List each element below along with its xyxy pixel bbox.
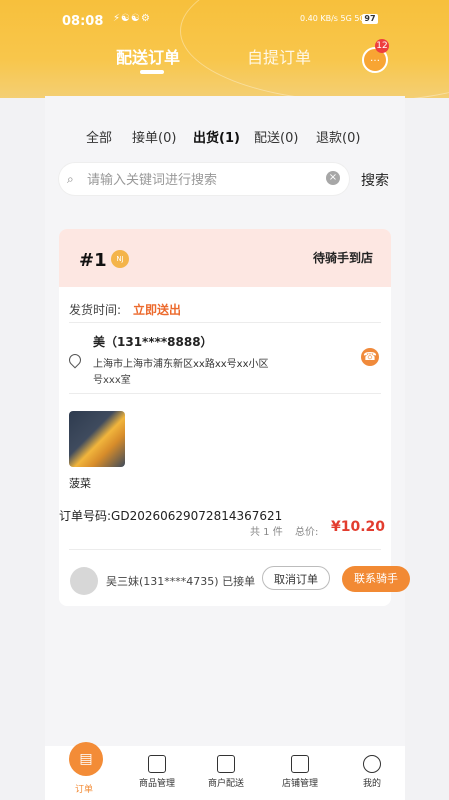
- ship-time-value: 立即送出: [133, 303, 182, 317]
- total-price: ¥10.20: [331, 519, 386, 535]
- tab-delivery-orders[interactable]: 配送订单: [116, 44, 180, 68]
- clear-icon[interactable]: ×: [326, 171, 340, 185]
- filter-active-indicator: [0, 127, 449, 147]
- product-name: 菠菜: [69, 477, 91, 490]
- item-count: 共 1 件: [250, 527, 283, 538]
- nav-products[interactable]: 商品管理: [127, 755, 187, 789]
- cancel-order-button[interactable]: 取消订单: [262, 566, 330, 590]
- rider-avatar: [70, 567, 98, 595]
- total-label: 总价:: [295, 527, 319, 538]
- nav-orders-label[interactable]: 订单: [75, 782, 93, 795]
- customer-address-detail: 号xxx室: [93, 375, 131, 386]
- customer-name: 美（131****8888）: [93, 335, 213, 349]
- ship-time-label: 发货时间:: [69, 303, 122, 317]
- user-icon: [363, 755, 381, 773]
- network-indicator: 0.40 KB/s 5G 5G: [300, 14, 366, 23]
- nav-delivery[interactable]: 商户配送: [196, 755, 256, 789]
- search-icon: ⌕: [67, 172, 74, 186]
- notification-badge: 12: [375, 39, 389, 53]
- store-icon: [291, 755, 309, 773]
- battery-icon: 97: [362, 14, 378, 24]
- bag-icon: [148, 755, 166, 773]
- nav-store[interactable]: 店铺管理: [270, 755, 330, 789]
- customer-address: 上海市上海市浦东新区xx路xx号xx小区: [93, 359, 269, 370]
- nav-profile[interactable]: 我的: [342, 755, 402, 789]
- divider: [69, 322, 381, 323]
- orders-icon[interactable]: ▤: [69, 742, 103, 776]
- order-tag: NJ: [111, 250, 129, 268]
- tab-pickup-orders[interactable]: 自提订单: [247, 44, 311, 68]
- nav-products-label: 商品管理: [138, 779, 175, 789]
- nav-profile-label: 我的: [362, 779, 381, 789]
- status-bar: 08:08 ⚡☯☯⚙ 0.40 KB/s 5G 5G 97: [0, 0, 449, 32]
- nav-store-label: 店铺管理: [281, 779, 318, 789]
- status-icons: ⚡☯☯⚙: [113, 13, 151, 24]
- nav-delivery-label: 商户配送: [207, 779, 244, 789]
- box-icon: [217, 755, 235, 773]
- status-time: 08:08: [62, 14, 104, 29]
- contact-rider-button[interactable]: 联系骑手: [342, 566, 410, 592]
- search-input[interactable]: [85, 168, 319, 192]
- rider-info: 吴三妹(131****4735) 已接单: [106, 575, 256, 588]
- divider: [69, 393, 381, 394]
- active-tab-indicator: [140, 70, 164, 74]
- product-image: [69, 411, 125, 467]
- order-number: #1: [79, 250, 107, 271]
- search-button[interactable]: 搜索: [361, 170, 389, 190]
- divider: [69, 549, 381, 550]
- order-code: 订单号码:GD20260629072814367621: [59, 509, 283, 523]
- order-status: 待骑手到店: [313, 251, 374, 265]
- phone-icon[interactable]: ☎: [361, 348, 379, 366]
